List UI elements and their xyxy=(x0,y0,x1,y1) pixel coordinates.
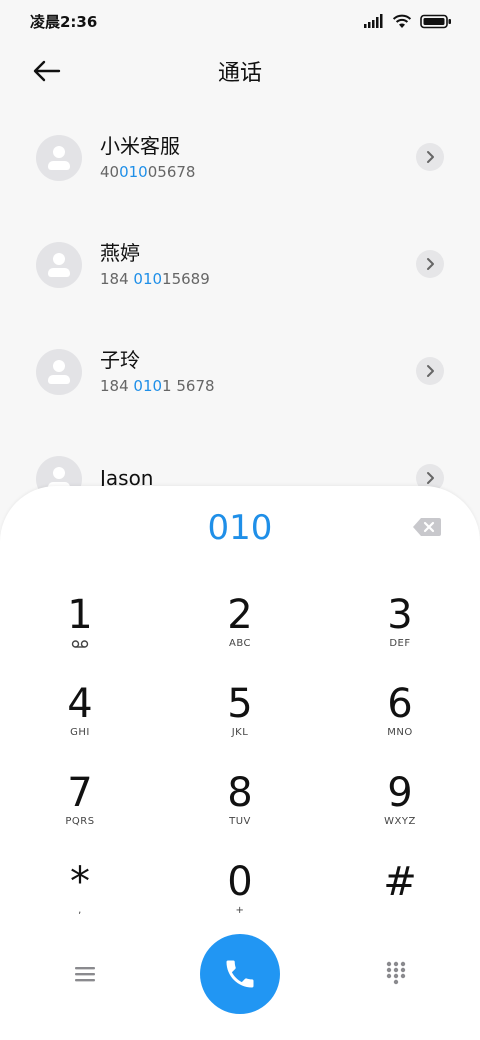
dial-key-hash[interactable]: # xyxy=(340,859,460,939)
key-digit: 1 xyxy=(67,592,93,638)
dial-input-display[interactable]: 010 xyxy=(0,504,480,552)
contact-row[interactable]: 子玲 184 0101 5678 xyxy=(0,318,480,425)
arrow-left-icon xyxy=(33,60,61,82)
avatar xyxy=(36,348,82,395)
contact-row[interactable]: 小米客服 4001005678 xyxy=(0,104,480,211)
back-button[interactable] xyxy=(30,56,64,86)
chevron-right-icon xyxy=(427,258,434,270)
backspace-button[interactable] xyxy=(412,516,442,538)
key-digit: 8 xyxy=(227,770,253,816)
number-match: 010 xyxy=(133,269,163,288)
chevron-right-icon xyxy=(427,472,434,484)
contact-text: 子玲 184 0101 5678 xyxy=(100,347,215,397)
dial-key-7[interactable]: 7 PQRS xyxy=(20,770,140,850)
dial-key-3[interactable]: 3 DEF xyxy=(340,592,460,672)
key-letters: JKL xyxy=(231,727,249,738)
chevron-right-icon xyxy=(427,365,434,377)
contact-list: 小米客服 4001005678 燕婷 184 01015689 子玲 184 0… xyxy=(0,104,480,532)
dial-key-5[interactable]: 5 JKL xyxy=(180,681,300,761)
status-time: 凌晨2:36 xyxy=(30,12,98,31)
contact-number: 4001005678 xyxy=(100,162,196,181)
contact-number: 184 01015689 xyxy=(100,269,210,288)
menu-button[interactable] xyxy=(70,960,100,988)
key-digit: 7 xyxy=(67,770,93,816)
contact-detail-button[interactable] xyxy=(416,357,444,385)
contact-name: 燕婷 xyxy=(100,240,140,265)
header: 通话 xyxy=(0,42,480,100)
chevron-right-icon xyxy=(427,151,434,163)
dial-key-8[interactable]: 8 TUV xyxy=(180,770,300,850)
key-digit: 4 xyxy=(67,681,93,727)
voicemail-icon xyxy=(71,640,89,648)
keypad-toggle-button[interactable] xyxy=(382,958,410,988)
contact-number: 184 0101 5678 xyxy=(100,376,215,395)
key-letters: WXYZ xyxy=(384,816,416,827)
dial-key-1[interactable]: 1 xyxy=(20,592,140,672)
menu-icon xyxy=(75,967,95,982)
key-digit: 5 xyxy=(227,681,253,727)
dialpad-sheet: 010 1 2 ABC 3 DEF 4 GHI 5 JKL 6 MNO 7 PQ… xyxy=(0,486,480,1040)
wifi-icon xyxy=(392,14,412,28)
dial-key-6[interactable]: 6 MNO xyxy=(340,681,460,761)
contact-detail-button[interactable] xyxy=(416,250,444,278)
dial-key-4[interactable]: 4 GHI xyxy=(20,681,140,761)
dial-key-star[interactable]: * , xyxy=(20,859,140,939)
key-letters: DEF xyxy=(389,638,411,649)
key-letters: + xyxy=(235,905,245,916)
number-match: 010 xyxy=(119,162,148,181)
backspace-icon xyxy=(413,518,441,536)
contact-text: 燕婷 184 01015689 xyxy=(100,240,210,290)
dial-key-9[interactable]: 9 WXYZ xyxy=(340,770,460,850)
signal-icon xyxy=(364,14,383,28)
status-bar: 凌晨2:36 xyxy=(0,0,480,42)
key-letters: ABC xyxy=(228,638,251,649)
key-digit: # xyxy=(383,859,417,905)
key-digit: 0 xyxy=(227,859,253,905)
dial-key-2[interactable]: 2 ABC xyxy=(180,592,300,672)
key-letters: , xyxy=(78,905,82,916)
key-letters: GHI xyxy=(70,727,90,738)
phone-icon xyxy=(226,960,254,988)
contact-row[interactable]: 燕婷 184 01015689 xyxy=(0,211,480,318)
key-letters: MNO xyxy=(387,727,413,738)
page-title: 通话 xyxy=(217,61,262,86)
number-match: 010 xyxy=(133,376,163,395)
key-digit: 6 xyxy=(387,681,413,727)
dial-key-0[interactable]: 0 + xyxy=(180,859,300,939)
key-digit: * xyxy=(70,859,90,905)
status-icons xyxy=(364,14,452,29)
key-digit: 3 xyxy=(387,592,413,638)
bottom-action-bar xyxy=(0,932,480,1016)
contact-name: 子玲 xyxy=(100,347,140,372)
contact-detail-button[interactable] xyxy=(416,143,444,171)
contact-text: 小米客服 4001005678 xyxy=(100,133,195,183)
key-digit: 9 xyxy=(387,770,413,816)
key-letters: TUV xyxy=(229,816,251,827)
key-digit: 2 xyxy=(227,592,253,638)
call-button[interactable] xyxy=(200,934,280,1014)
avatar xyxy=(36,241,82,288)
key-letters: PQRS xyxy=(65,816,95,827)
avatar xyxy=(36,134,82,181)
battery-icon xyxy=(420,14,451,28)
dialpad-icon xyxy=(386,961,406,985)
contact-name: 小米客服 xyxy=(100,133,180,158)
